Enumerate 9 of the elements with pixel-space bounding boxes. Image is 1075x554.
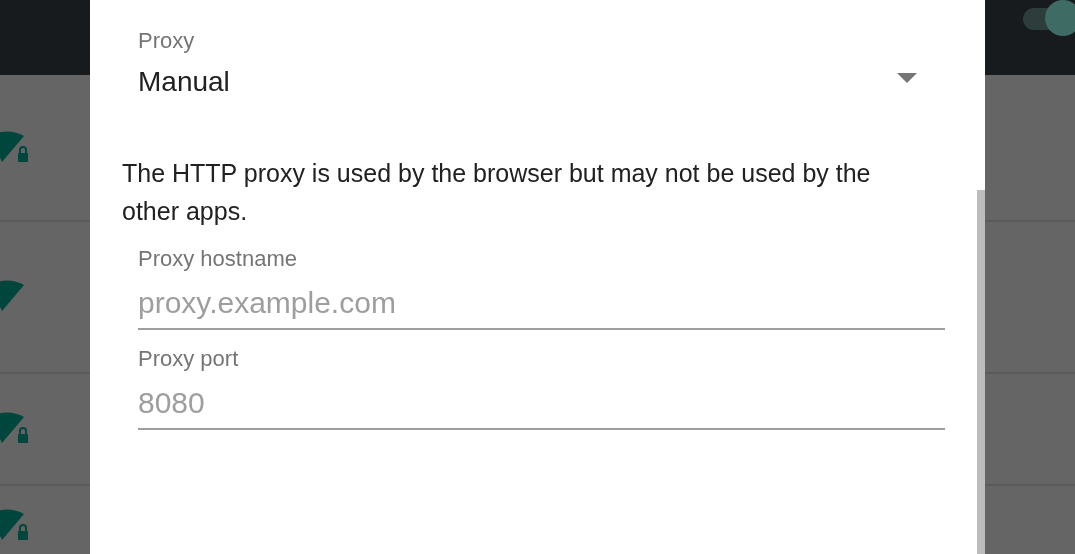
input-field[interactable]: proxy.example.com	[138, 272, 945, 330]
input-field[interactable]: 8080	[138, 372, 945, 430]
proxy-dropdown[interactable]: Proxy Manual	[138, 28, 945, 98]
proxy-note: The HTTP proxy is used by the browser but may not be used by the other apps.	[122, 158, 872, 227]
proxy-value: Manual	[138, 66, 230, 98]
caret-icon	[897, 73, 917, 83]
proxy-label: Proxy	[138, 28, 196, 54]
field-label: Proxy port	[138, 346, 240, 372]
field-label: Proxy hostname	[138, 246, 298, 272]
